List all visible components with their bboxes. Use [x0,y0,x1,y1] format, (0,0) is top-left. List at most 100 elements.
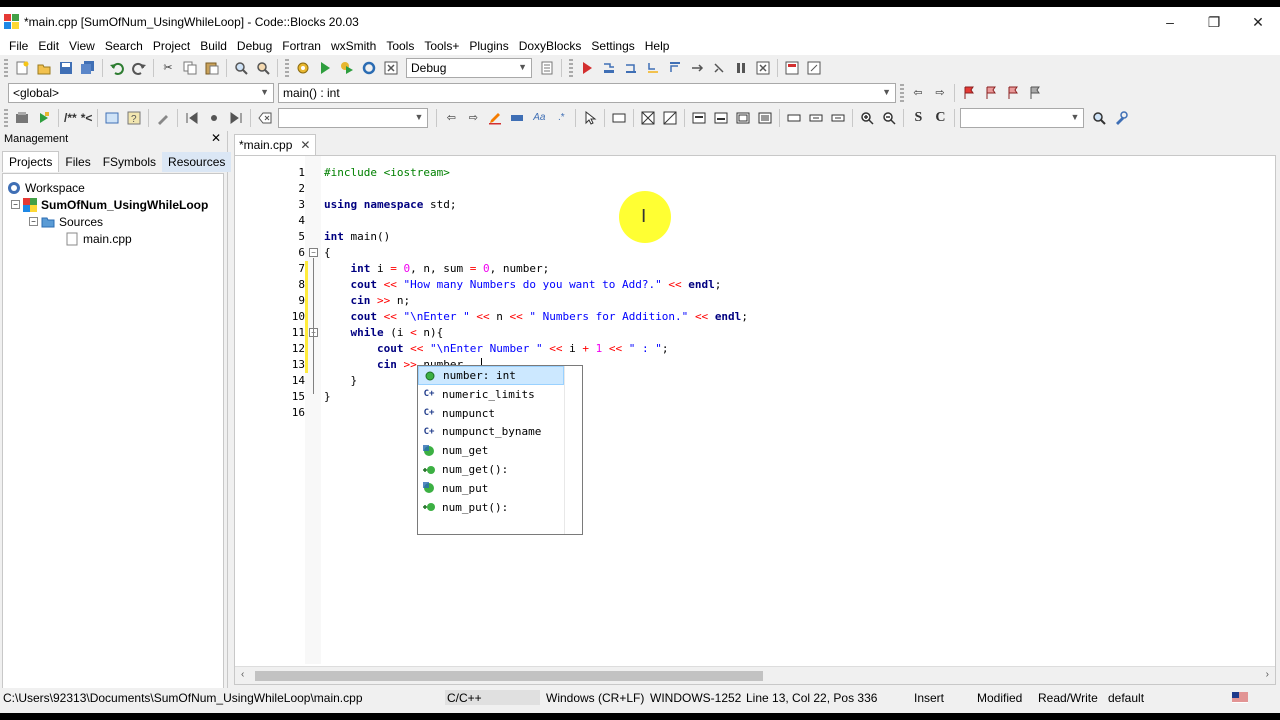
doxy-line-comment-button[interactable]: *< [81,109,93,127]
next-bookmark-icon[interactable] [1004,84,1022,102]
autocomplete-item[interactable]: number: int [418,366,564,385]
layout-c-icon[interactable] [734,109,752,127]
clear-search-icon[interactable] [256,109,274,127]
menu-project[interactable]: Project [148,39,195,53]
code-line[interactable]: while (i < n){ [324,325,444,341]
insert-frame-icon[interactable] [610,109,628,127]
thread-search-options-icon[interactable] [1112,109,1130,127]
doxy-html-icon[interactable] [103,109,121,127]
autocomplete-item[interactable]: num_put(): [418,498,564,517]
debug-continue-icon[interactable] [578,59,596,77]
code-line[interactable]: { [324,245,331,261]
toolbar-grip[interactable] [569,58,573,77]
incremental-search-input[interactable]: ▼ [278,107,429,128]
abort-icon[interactable] [382,59,400,77]
cut-icon[interactable]: ✂ [159,59,177,77]
menu-file[interactable]: File [4,39,33,53]
tab-resources[interactable]: Resources [162,152,232,172]
open-file-icon[interactable] [35,59,53,77]
next-line-icon[interactable] [622,59,640,77]
select-pointer-icon[interactable] [581,109,599,127]
redo-icon[interactable] [130,59,148,77]
prev-bookmark-icon[interactable] [982,84,1000,102]
target-options-icon[interactable] [538,59,556,77]
doxy-block-comment-button[interactable]: /** [64,109,77,127]
insert-split-icon[interactable] [661,109,679,127]
regex-icon[interactable]: .* [552,109,570,127]
clear-bookmarks-icon[interactable] [1026,84,1044,102]
debugging-windows-icon[interactable] [783,59,801,77]
step-out-icon[interactable] [666,59,684,77]
menu-build[interactable]: Build [195,39,232,53]
browse-forward-icon[interactable] [227,109,245,127]
menu-fortran[interactable]: Fortran [277,39,326,53]
menu-edit[interactable]: Edit [33,39,64,53]
stop-debugger-icon[interactable] [754,59,772,77]
step-into-instruction-icon[interactable] [710,59,728,77]
code-editor[interactable]: 1 2 3 4 5 6 7 8 9 10 11 12 13 14 15 16 #include <iostre… [234,155,1276,685]
step-into-icon[interactable] [644,59,662,77]
code-line[interactable]: cout << "\nEnter Number " << i + 1 << " … [324,341,668,357]
tab-files[interactable]: Files [59,152,96,172]
function-select[interactable]: main() : int ▼ [278,82,896,103]
save-all-icon[interactable] [79,59,97,77]
jump-forward-icon[interactable]: ⇨ [931,84,949,102]
doxy-wizard-icon[interactable] [13,109,31,127]
autocomplete-item[interactable]: C+ numpunct_byname [418,422,564,441]
run-icon[interactable] [316,59,334,77]
menu-view[interactable]: View [64,39,100,53]
doxy-extract-icon[interactable] [35,109,53,127]
match-case-icon[interactable]: Aa [530,109,548,127]
code-line[interactable]: } [324,373,357,389]
tree-item-workspace[interactable]: Workspace [7,179,85,196]
layout-a-icon[interactable] [690,109,708,127]
pause-icon[interactable] [732,59,750,77]
various-info-icon[interactable] [805,59,823,77]
new-file-icon[interactable] [13,59,31,77]
menu-search[interactable]: Search [100,39,148,53]
highlight-icon[interactable] [486,109,504,127]
close-tab-icon[interactable]: ✕ [300,138,310,152]
autocomplete-item[interactable]: num_get(): [418,460,564,479]
close-icon[interactable]: ✕ [211,131,221,145]
scroll-right-icon[interactable]: › [1266,669,1269,680]
scope-select[interactable]: <global> ▼ [8,82,274,103]
thread-search-input[interactable]: ▼ [960,107,1085,128]
tab-main-cpp[interactable]: *main.cpp ✕ [234,134,316,155]
layout-b-icon[interactable] [712,109,730,127]
toolbar-grip[interactable] [4,58,8,77]
layout-g-icon[interactable] [829,109,847,127]
menu-tools[interactable]: Tools [381,39,419,53]
undo-icon[interactable] [108,59,126,77]
browse-back-icon[interactable] [183,109,201,127]
doxy-chm-icon[interactable]: ? [125,109,143,127]
code-line[interactable]: int i = 0, n, sum = 0, number; [324,261,550,277]
autocomplete-item[interactable]: num_get [418,441,564,460]
scroll-left-icon[interactable]: ‹ [241,669,244,680]
spell-s-button[interactable]: S [909,109,927,127]
toolbar-grip[interactable] [900,83,904,102]
find-next-icon[interactable]: ⇨ [464,109,482,127]
menu-debug[interactable]: Debug [232,39,277,53]
build-gear-icon[interactable] [294,59,312,77]
menu-doxyblocks[interactable]: DoxyBlocks [514,39,587,53]
spell-c-button[interactable]: C [931,109,949,127]
menu-plugins[interactable]: Plugins [464,39,513,53]
tree-item-main-cpp[interactable]: main.cpp [65,230,132,247]
build-target-select[interactable]: Debug ▼ [406,57,532,78]
save-icon[interactable] [57,59,75,77]
autocomplete-item[interactable]: C+ numeric_limits [418,385,564,404]
layout-f-icon[interactable] [807,109,825,127]
code-line[interactable]: cin >> n; [324,293,411,309]
toolbar-grip[interactable] [285,58,289,77]
doxy-config-icon[interactable] [154,109,172,127]
layout-e-icon[interactable] [785,109,803,127]
menu-wxsmith[interactable]: wxSmith [326,39,381,53]
tab-projects[interactable]: Projects [2,151,60,172]
jump-back-icon[interactable]: ⇦ [909,84,927,102]
copy-icon[interactable] [181,59,199,77]
collapse-icon[interactable]: − [29,217,38,226]
find-icon[interactable] [232,59,250,77]
close-window-button[interactable]: ✕ [1236,7,1280,37]
horizontal-scrollbar[interactable]: ‹ › [235,666,1275,684]
